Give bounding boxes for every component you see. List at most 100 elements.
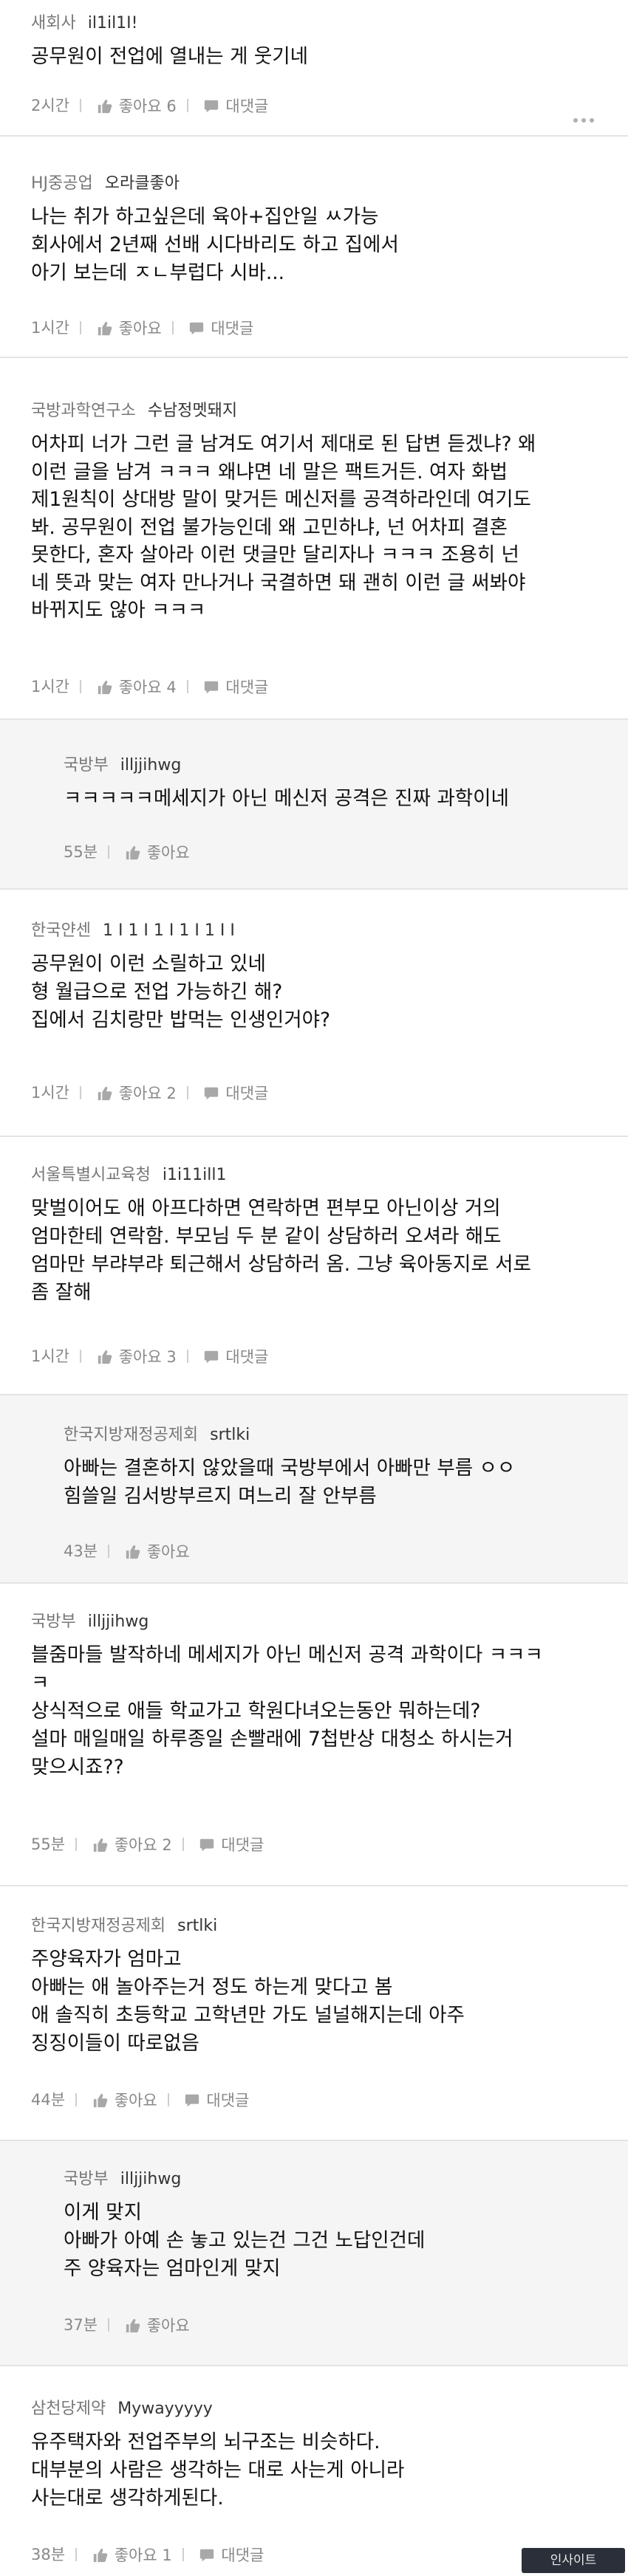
time-label: 1시간 <box>31 1084 70 1102</box>
comment-content: 국방부 illjjihwg 이게 맞지 아빠가 아예 손 놓고 있는건 그건 노답… <box>64 2141 598 2283</box>
like-button[interactable]: 좋아요 6 <box>97 97 177 115</box>
company-label: 새회사 <box>31 14 76 32</box>
comment-body: 맞벌이어도 애 아프다하면 연락하면 편부모 아닌이상 거의 엄마한테 연락함.… <box>31 1197 531 1304</box>
thumbs-up-icon <box>98 1350 112 1364</box>
comment-body: 블줌마들 발작하네 메세지가 아닌 메신저 공격 과학이다 ㅋㅋㅋ ㅋ 상식적으… <box>31 1644 543 1779</box>
thumbs-up-icon <box>126 845 140 859</box>
company-label: HJ중공업 <box>31 174 93 193</box>
thumbs-up-icon <box>93 2093 108 2107</box>
speech-bubble-icon <box>200 2549 214 2561</box>
comment-footer: 1시간 좋아요 3 대댓글 <box>31 1341 598 1370</box>
comment: 삼천당제약 Mywayyyyy 유주택자와 전업주부의 뇌구조는 비슷하다. 대부… <box>0 2366 628 2576</box>
comment-footer: 55분 좋아요 2 대댓글 <box>31 1829 598 1858</box>
like-button[interactable]: 좋아요 <box>92 2091 157 2109</box>
nickname[interactable]: illjjihwg <box>120 2170 182 2188</box>
thumbs-up-icon <box>98 1086 112 1100</box>
company-label: 삼천당제약 <box>31 2400 106 2418</box>
comment-body: 어차피 너가 그런 글 남겨도 여기서 제대로 된 답변 듣겠냐? 왜 이런 글… <box>31 433 536 622</box>
nickname[interactable]: illjjihwg <box>88 1612 149 1631</box>
comment-content: 국방과학연구소 수남정멧돼지 어차피 너가 그런 글 남겨도 여기서 제대로 된 … <box>31 358 598 625</box>
thumbs-up-icon <box>126 1545 140 1559</box>
time-label: 44분 <box>31 2091 66 2109</box>
comment-footer: 38분 좋아요 1 대댓글 <box>31 2539 598 2569</box>
like-button[interactable]: 좋아요 <box>97 319 162 337</box>
company-label: 한국지방재정공제회 <box>31 1917 166 1935</box>
speech-bubble-icon <box>205 681 219 693</box>
like-button[interactable]: 좋아요 4 <box>97 678 177 696</box>
thumbs-up-icon <box>93 1838 108 1852</box>
comment: 국방부 illjjihwg 블줌마들 발작하네 메세지가 아닌 메신저 공격 과학… <box>0 1584 628 1886</box>
like-button[interactable]: 좋아요 <box>125 843 190 862</box>
reply-button[interactable]: 대댓글 <box>199 1835 264 1854</box>
reply-button[interactable]: 대댓글 <box>203 1084 268 1102</box>
comment-content: 국방부 illjjihwg ㅋㅋㅋㅋㅋ메세지가 아닌 메신저 공격은 진짜 과학이… <box>64 720 598 813</box>
nickname[interactable]: srtlki <box>177 1917 217 1935</box>
comment-footer: 44분 좋아요 대댓글 <box>31 2084 598 2114</box>
reply-button[interactable]: 대댓글 <box>203 1347 268 1366</box>
like-button[interactable]: 좋아요 2 <box>92 1835 172 1854</box>
nickname[interactable]: 오라클좋아 <box>105 174 180 193</box>
comment-content: 국방부 illjjihwg 블줌마들 발작하네 메세지가 아닌 메신저 공격 과학… <box>31 1584 598 1782</box>
company-label: 서울특별시교육청 <box>31 1166 151 1184</box>
reply-button[interactable]: 대댓글 <box>199 2546 264 2564</box>
comment-footer: 1시간 좋아요 2 대댓글 <box>31 1077 598 1107</box>
time-label: 1시간 <box>31 319 70 337</box>
comment-footer: 2시간 좋아요 6 대댓글 <box>31 90 598 123</box>
comment-body: 공무원이 이런 소릴하고 있네 형 월급으로 전업 가능하긴 해? 집에서 김치… <box>31 952 331 1031</box>
thumbs-up-icon <box>126 2318 140 2332</box>
comment-body: 공무원이 전업에 열내는 게 웃기네 <box>31 45 309 68</box>
comment-body: 주양육자가 엄마고 아빠는 애 놀아주는거 정도 하는게 맞다고 봄 애 솔직히… <box>31 1948 465 2055</box>
reply-button[interactable]: 대댓글 <box>203 678 268 696</box>
company-label: 한국지방재정공제회 <box>64 1426 199 1444</box>
comment-footer: 43분 좋아요 <box>64 1536 598 1565</box>
comment-footer: 1시간 좋아요 대댓글 <box>31 312 598 342</box>
nickname[interactable]: 수남정멧돼지 <box>148 402 237 420</box>
speech-bubble-icon <box>205 1087 219 1099</box>
more-button[interactable] <box>573 103 595 123</box>
like-button[interactable]: 좋아요 1 <box>92 2546 172 2564</box>
comment-body: ㅋㅋㅋㅋㅋ메세지가 아닌 메신저 공격은 진짜 과학이네 <box>64 787 509 810</box>
nickname[interactable]: 1 I 1 I 1 I 1 I 1 I I <box>103 921 235 940</box>
time-label: 1시간 <box>31 678 70 695</box>
comment-content: 서울특별시교육청 i1i11ill1 맞벌이어도 애 아프다하면 연락하면 편부모… <box>31 1137 598 1307</box>
comment: 서울특별시교육청 i1i11ill1 맞벌이어도 애 아프다하면 연락하면 편부모… <box>0 1137 628 1395</box>
thumbs-up-icon <box>93 2548 108 2562</box>
like-button[interactable]: 좋아요 <box>125 1542 190 1561</box>
nickname[interactable]: il1il1I! <box>88 14 138 32</box>
like-button[interactable]: 좋아요 2 <box>97 1084 177 1102</box>
reply-comment: 국방부 illjjihwg ㅋㅋㅋㅋㅋ메세지가 아닌 메신저 공격은 진짜 과학이… <box>0 720 628 890</box>
comment-body: 유주택자와 전업주부의 뇌구조는 비슷하다. 대부분의 사람은 생각하는 대로 … <box>31 2431 405 2510</box>
comment-content: 새회사 il1il1I! 공무원이 전업에 열내는 게 웃기네 <box>31 0 598 71</box>
comment: 국방과학연구소 수남정멧돼지 어차피 너가 그런 글 남겨도 여기서 제대로 된 … <box>0 358 628 720</box>
company-label: 국방부 <box>64 2170 109 2188</box>
company-label: 국방부 <box>31 1612 76 1631</box>
comment-body: 이게 맞지 아빠가 아예 손 놓고 있는건 그건 노답인건데 주 양육자는 엄마… <box>64 2201 426 2280</box>
comment-footer: 1시간 좋아요 4 대댓글 <box>31 671 598 701</box>
company-label: 국방과학연구소 <box>31 402 136 420</box>
nickname[interactable]: srtlki <box>210 1426 250 1444</box>
speech-bubble-icon <box>185 2094 199 2106</box>
comment-content: 삼천당제약 Mywayyyyy 유주택자와 전업주부의 뇌구조는 비슷하다. 대부… <box>31 2366 598 2513</box>
reply-comment: 한국지방재정공제회 srtlki 아빠는 결혼하지 않았을때 국방부에서 아빠만 … <box>0 1395 628 1584</box>
nickname[interactable]: i1i11ill1 <box>163 1166 227 1184</box>
reply-button[interactable]: 대댓글 <box>203 97 268 115</box>
comment: 새회사 il1il1I! 공무원이 전업에 열내는 게 웃기네 2시간 좋아요 6… <box>0 0 628 137</box>
comment-content: HJ중공업 오라클좋아 나는 취가 하고싶은데 육아+집안일 ㅆ가능 회사에서 2… <box>31 137 598 287</box>
comment-content: 한국지방재정공제회 srtlki 아빠는 결혼하지 않았을때 국방부에서 아빠만 … <box>64 1395 598 1511</box>
comment-body: 아빠는 결혼하지 않았을때 국방부에서 아빠만 부름 ㅇㅇ 힘쓸일 김서방부르지… <box>64 1457 516 1508</box>
time-label: 55분 <box>31 1835 66 1853</box>
company-label: 한국얀센 <box>31 921 91 940</box>
like-button[interactable]: 좋아요 <box>125 2316 190 2335</box>
reply-comment: 국방부 illjjihwg 이게 맞지 아빠가 아예 손 놓고 있는건 그건 노답… <box>0 2141 628 2366</box>
reply-button[interactable]: 대댓글 <box>188 319 253 337</box>
reply-button[interactable]: 대댓글 <box>184 2091 249 2109</box>
company-label: 국방부 <box>64 756 109 774</box>
comment: 한국지방재정공제회 srtlki 주양육자가 엄마고 아빠는 애 놀아주는거 정도… <box>0 1886 628 2141</box>
comment-content: 한국지방재정공제회 srtlki 주양육자가 엄마고 아빠는 애 놀아주는거 정도… <box>31 1886 598 2058</box>
comment-content: 한국얀센 1 I 1 I 1 I 1 I 1 I I 공무원이 이런 소릴하고 있… <box>31 890 598 1034</box>
nickname[interactable]: illjjihwg <box>120 756 182 774</box>
like-button[interactable]: 좋아요 3 <box>97 1347 177 1366</box>
nickname[interactable]: Mywayyyyy <box>117 2400 213 2418</box>
comment-body: 나는 취가 하고싶은데 육아+집안일 ㅆ가능 회사에서 2년째 선배 시다바리도… <box>31 205 399 284</box>
comment: 한국얀센 1 I 1 I 1 I 1 I 1 I I 공무원이 이런 소릴하고 있… <box>0 890 628 1137</box>
